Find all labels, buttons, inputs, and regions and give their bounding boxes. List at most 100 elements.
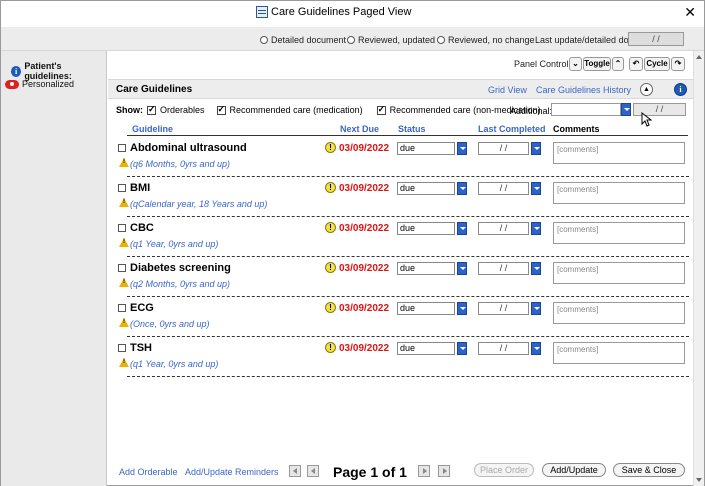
last-completed-field[interactable]: / / <box>478 222 529 235</box>
status-dropdown-icon[interactable] <box>457 262 467 275</box>
info-icon[interactable]: i <box>674 83 687 96</box>
status-dropdown-icon[interactable] <box>457 342 467 355</box>
care-guidelines-window: Care Guidelines Paged View ✕ Detailed do… <box>0 0 705 486</box>
first-page-icon[interactable] <box>289 465 301 477</box>
status-dropdown-icon[interactable] <box>457 302 467 315</box>
comments-field[interactable]: [comments] <box>553 262 685 284</box>
guideline-checkbox[interactable] <box>118 224 126 232</box>
add-orderable-link[interactable]: Add Orderable <box>119 467 178 477</box>
add-update-button[interactable]: Add/Update <box>542 463 606 477</box>
cycle-button[interactable]: Cycle <box>644 57 670 71</box>
column-header-next-due[interactable]: Next Due <box>340 124 379 134</box>
column-header-comments: Comments <box>553 124 600 134</box>
next-page-icon[interactable] <box>418 465 430 477</box>
row-divider <box>127 296 689 297</box>
guideline-checkbox[interactable] <box>118 184 126 192</box>
panel-collapse-icon[interactable]: ⌃ <box>612 57 624 71</box>
sidebar: i Patient's guidelines: Personalized <box>1 51 107 486</box>
add-update-reminders-link[interactable]: Add/Update Reminders <box>185 467 279 477</box>
last-completed-field[interactable]: / / <box>478 142 529 155</box>
scroll-up-icon[interactable] <box>696 55 702 59</box>
last-completed-field[interactable]: / / <box>478 182 529 195</box>
due-warning-icon: ! <box>325 222 336 233</box>
last-completed-dropdown-icon[interactable] <box>531 142 541 155</box>
panel-expand-icon[interactable]: ⌄ <box>569 57 582 71</box>
orderables-checkbox[interactable] <box>147 104 156 115</box>
guideline-checkbox[interactable] <box>118 144 126 152</box>
info-icon: i <box>11 65 22 77</box>
comments-field[interactable]: [comments] <box>553 142 685 164</box>
collapse-up-icon[interactable]: ▲ <box>640 83 653 96</box>
status-select[interactable]: due <box>397 222 455 235</box>
radio-dot <box>347 36 355 44</box>
personalized-icon <box>5 79 19 89</box>
guideline-frequency: (q1 Year, 0yrs and up) <box>130 359 219 369</box>
scroll-down-icon[interactable] <box>696 478 702 482</box>
guideline-name: BMI <box>130 182 151 194</box>
last-completed-dropdown-icon[interactable] <box>531 342 541 355</box>
rec-medication-checkbox[interactable] <box>216 104 226 115</box>
status-select[interactable]: due <box>397 182 455 195</box>
row-divider <box>127 176 689 177</box>
additional-dropdown-icon[interactable] <box>621 103 631 116</box>
status-select[interactable]: due <box>397 142 455 155</box>
previous-page-icon[interactable] <box>307 465 319 477</box>
radio-reviewed-no-change[interactable]: Reviewed, no change <box>437 35 535 45</box>
comments-field[interactable]: [comments] <box>553 182 685 204</box>
guideline-checkbox[interactable] <box>118 344 126 352</box>
due-warning-icon: ! <box>325 182 336 193</box>
status-dropdown-icon[interactable] <box>457 182 467 195</box>
last-update-field[interactable]: / / <box>628 32 684 46</box>
comments-field[interactable]: [comments] <box>553 302 685 324</box>
save-close-button[interactable]: Save & Close <box>613 463 685 477</box>
last-completed-field[interactable]: / / <box>478 342 529 355</box>
last-completed-field[interactable]: / / <box>478 262 529 275</box>
vertical-scrollbar[interactable] <box>693 51 704 486</box>
comments-field[interactable]: [comments] <box>553 222 685 244</box>
sidebar-item-personalized[interactable]: Personalized <box>5 79 74 89</box>
close-icon[interactable]: ✕ <box>684 4 696 20</box>
row-divider <box>127 376 689 377</box>
last-completed-field[interactable]: / / <box>478 302 529 315</box>
status-select[interactable]: due <box>397 302 455 315</box>
comments-field[interactable]: [comments] <box>553 342 685 364</box>
title-bar: Care Guidelines Paged View ✕ <box>1 1 704 25</box>
guideline-frequency: (q2 Months, 0yrs and up) <box>130 279 231 289</box>
last-completed-dropdown-icon[interactable] <box>531 182 541 195</box>
guideline-frequency: (Once, 0yrs and up) <box>130 319 210 329</box>
status-select[interactable]: due <box>397 342 455 355</box>
last-completed-dropdown-icon[interactable] <box>531 222 541 235</box>
last-page-icon[interactable] <box>438 465 450 477</box>
guideline-checkbox[interactable] <box>118 304 126 312</box>
additional-label: Additional: <box>510 106 553 116</box>
panel-forward-icon[interactable]: ↷ <box>671 57 685 71</box>
window-app-icon <box>256 6 268 18</box>
rec-medication-label: Recommended care (medication) <box>229 105 363 115</box>
additional-input[interactable] <box>551 103 621 116</box>
last-completed-dropdown-icon[interactable] <box>531 302 541 315</box>
radio-dot <box>437 36 445 44</box>
radio-detailed-document[interactable]: Detailed document <box>260 35 346 45</box>
column-header-guideline[interactable]: Guideline <box>132 124 173 134</box>
toggle-button[interactable]: Toggle <box>583 57 611 71</box>
rec-nonmedication-checkbox[interactable] <box>376 104 386 115</box>
radio-reviewed-updated-label: Reviewed, updated <box>358 35 436 45</box>
grid-view-link[interactable]: Grid View <box>488 85 527 95</box>
status-dropdown-icon[interactable] <box>457 142 467 155</box>
column-header-status[interactable]: Status <box>398 124 426 134</box>
panel-back-icon[interactable]: ↶ <box>629 57 643 71</box>
radio-reviewed-updated[interactable]: Reviewed, updated <box>347 35 435 45</box>
row-divider <box>127 336 689 337</box>
last-completed-dropdown-icon[interactable] <box>531 262 541 275</box>
guideline-checkbox[interactable] <box>118 264 126 272</box>
warning-icon <box>119 158 129 167</box>
next-due-date: 03/09/2022 <box>339 183 390 194</box>
column-header-last-completed[interactable]: Last Completed <box>478 124 546 134</box>
care-guidelines-history-link[interactable]: Care Guidelines History <box>536 85 631 95</box>
warning-icon <box>119 238 129 247</box>
status-dropdown-icon[interactable] <box>457 222 467 235</box>
due-warning-icon: ! <box>325 302 336 313</box>
orderables-label: Orderables <box>160 105 205 115</box>
place-order-button[interactable]: Place Order <box>474 463 534 477</box>
status-select[interactable]: due <box>397 262 455 275</box>
